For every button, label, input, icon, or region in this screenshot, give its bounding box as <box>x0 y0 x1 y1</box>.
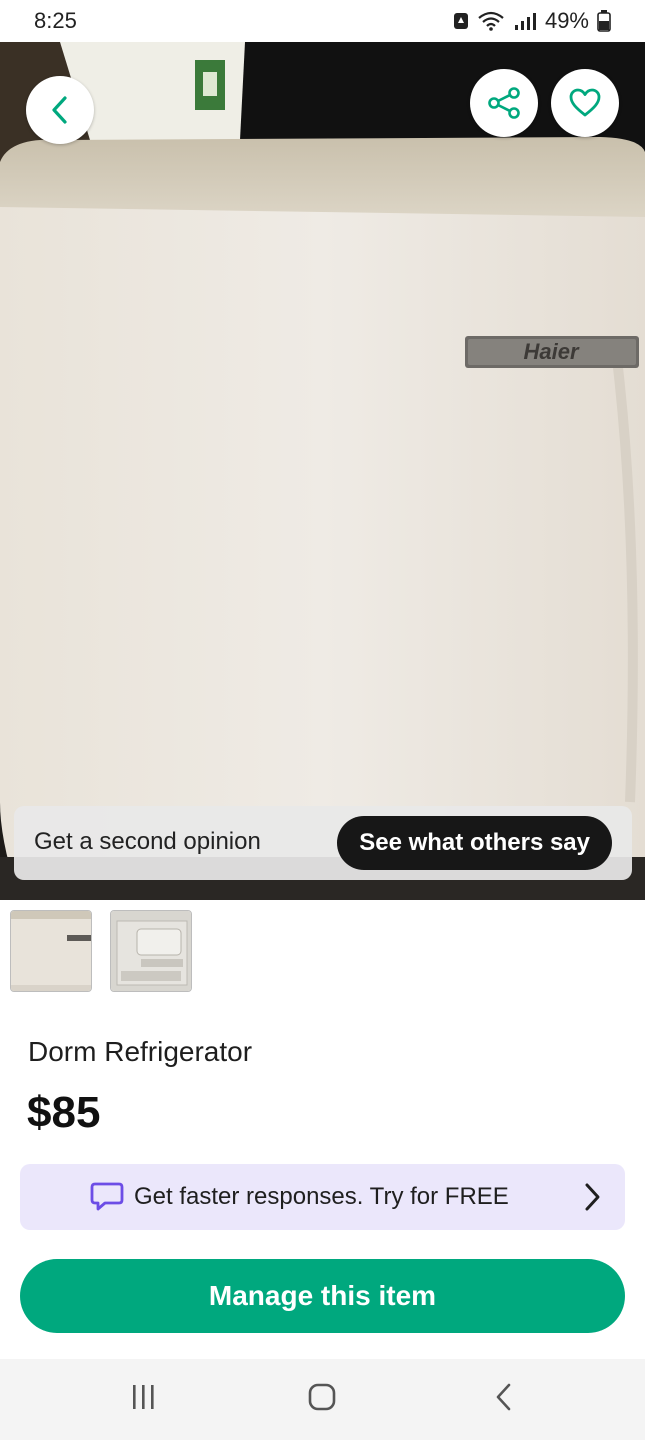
chevron-left-icon <box>47 95 73 125</box>
second-opinion-banner: Get a second opinion See what others say <box>14 806 632 880</box>
chat-bubble-icon <box>90 1181 124 1218</box>
battery-text: 49% <box>544 8 589 33</box>
signal-icon <box>513 11 537 31</box>
thumbnail-image <box>11 911 91 991</box>
home-icon <box>308 1383 336 1416</box>
share-icon <box>486 85 522 121</box>
back-icon <box>494 1382 514 1417</box>
thumbnail-image <box>111 911 191 991</box>
see-what-others-say-button[interactable]: See what others say <box>337 816 612 870</box>
product-photo[interactable]: Haier Get a second opinion See what othe… <box>0 42 645 900</box>
thumbnail-fridge-front[interactable] <box>10 910 92 992</box>
home-button[interactable] <box>302 1381 342 1417</box>
favorite-button[interactable] <box>551 69 619 137</box>
status-icons: 49% <box>453 8 611 34</box>
item-title: Dorm Refrigerator <box>28 1036 253 1067</box>
second-opinion-text: Get a second opinion <box>34 828 261 855</box>
promo-text: Get faster responses. Try for FREE <box>134 1183 509 1210</box>
recent-apps-button[interactable] <box>123 1381 163 1417</box>
back-button[interactable] <box>26 76 94 144</box>
recent-apps-icon <box>130 1383 156 1416</box>
wifi-icon <box>477 11 505 31</box>
fridge-image: Haier <box>0 42 645 900</box>
chevron-right-icon <box>582 1182 602 1217</box>
share-button[interactable] <box>470 69 538 137</box>
system-back-button[interactable] <box>484 1381 524 1417</box>
brand-label: Haier <box>523 339 579 364</box>
system-nav-bar <box>0 1359 645 1440</box>
battery-icon <box>597 10 611 32</box>
thumbnail-fridge-interior[interactable] <box>110 910 192 992</box>
heart-icon <box>568 87 602 119</box>
faster-responses-promo[interactable]: Get faster responses. Try for FREE <box>20 1164 625 1230</box>
status-time: 8:25 <box>34 8 77 33</box>
item-price: $85 <box>27 1088 101 1137</box>
notification-icon <box>453 11 469 31</box>
status-bar: 8:25 49% <box>0 0 645 42</box>
manage-item-button[interactable]: Manage this item <box>20 1259 625 1333</box>
